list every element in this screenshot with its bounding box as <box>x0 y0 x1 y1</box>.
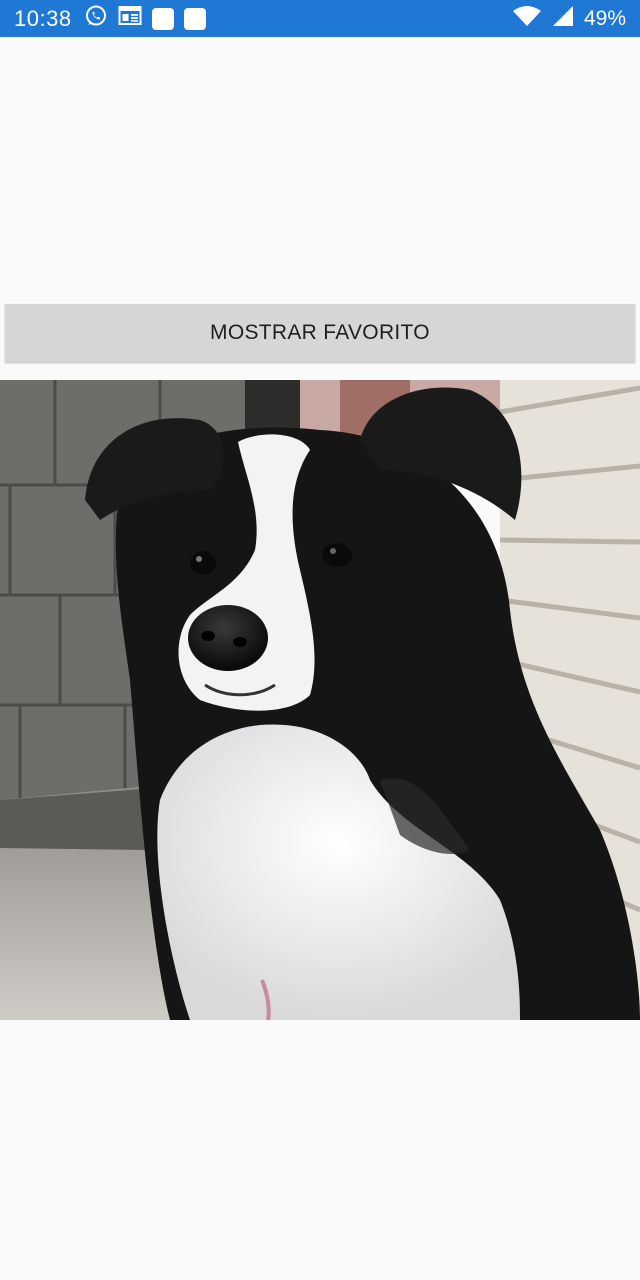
news-icon <box>118 5 142 32</box>
dog-photo <box>0 380 640 1020</box>
status-bar: 10:38 49% <box>0 0 640 37</box>
app-icon <box>183 7 206 30</box>
main-content: MOSTRAR FAVORITO <box>0 37 640 1280</box>
whatsapp-icon <box>84 4 108 33</box>
app-icon <box>151 7 174 30</box>
battery-percentage: 49% <box>583 6 626 30</box>
status-right: 49% <box>512 5 626 32</box>
notification-icons <box>84 4 206 33</box>
wifi-icon <box>512 5 542 32</box>
status-time: 10:38 <box>14 5 72 31</box>
cellular-signal-icon <box>552 5 574 32</box>
show-favorite-button[interactable]: MOSTRAR FAVORITO <box>5 304 635 362</box>
